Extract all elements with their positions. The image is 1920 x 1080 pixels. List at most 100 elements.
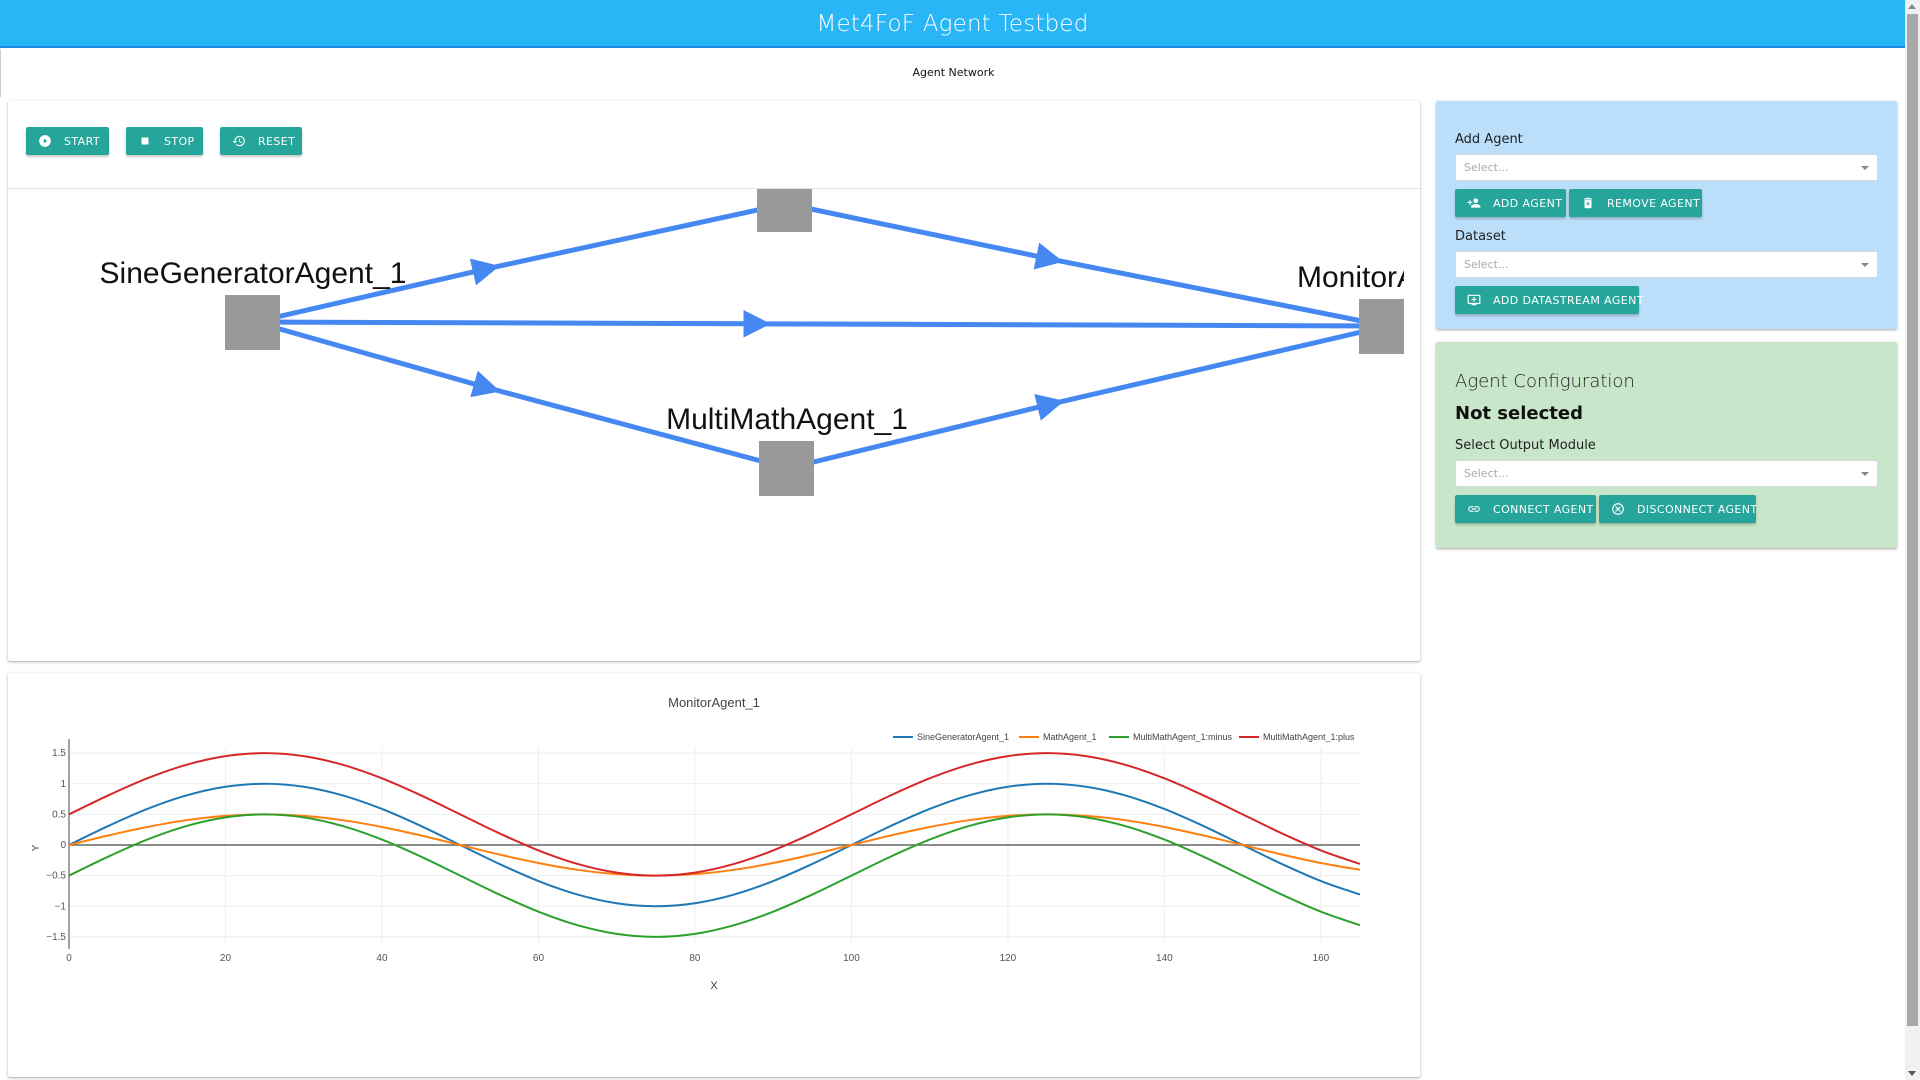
- chevron-down-icon: [1861, 166, 1869, 170]
- add-agent-panel: Add Agent Select... ADD AGENT REMOVE AGE…: [1436, 101, 1897, 329]
- agent-configuration-panel: Agent Configuration Not selected Select …: [1436, 342, 1897, 548]
- scroll-down-icon[interactable]: [1908, 1071, 1916, 1076]
- x-tick-label: 160: [1313, 953, 1330, 964]
- stop-label: STOP: [164, 134, 195, 148]
- edge-arrow-segment: [254, 319, 501, 398]
- x-tick-label: 60: [533, 953, 545, 964]
- node-box[interactable]: [225, 295, 280, 350]
- start-label: START: [64, 134, 100, 148]
- remove-agent-button[interactable]: REMOVE AGENT: [1569, 189, 1702, 217]
- connect-agent-button-label: CONNECT AGENT: [1493, 502, 1594, 516]
- y-tick-label: −1: [55, 901, 67, 912]
- dataset-placeholder: Select...: [1464, 258, 1509, 271]
- agent-configuration-title: Agent Configuration: [1455, 371, 1635, 392]
- legend-item[interactable]: MultiMathAgent_1:minus: [1109, 732, 1233, 742]
- monitor-chart-panel: MonitorAgent_1 0 20 40 60 80 100 120 140 160 1.5 1…: [8, 673, 1420, 1077]
- legend[interactable]: SineGeneratorAgent_1 MathAgent_1 MultiMath…: [893, 732, 1355, 742]
- x-tick-label: 40: [376, 953, 388, 964]
- agent-network-panel: START STOP RESET SineGeneratorAgent_1 Mat…: [8, 101, 1420, 661]
- chevron-down-icon: [1861, 263, 1869, 267]
- y-tick-label: −1.5: [46, 932, 66, 943]
- add-agent-button-label: ADD AGENT: [1493, 196, 1563, 210]
- node-SineGeneratorAgent_1[interactable]: SineGeneratorAgent_1: [100, 257, 407, 350]
- dataset-select[interactable]: Select...: [1455, 251, 1878, 278]
- add-datastream-button-label: ADD DATASTREAM AGENT: [1493, 293, 1644, 307]
- x-tick-label: 100: [843, 953, 860, 964]
- add-to-queue-icon: [1467, 293, 1481, 307]
- cancel-circle-icon: [1611, 502, 1625, 516]
- edge-segment: [1050, 323, 1388, 407]
- disconnect-agent-button-label: DISCONNECT AGENT: [1637, 502, 1758, 516]
- node-box[interactable]: [1359, 299, 1404, 354]
- x-tick-label: 120: [1000, 953, 1017, 964]
- edge-segment: [485, 201, 786, 272]
- output-module-label: Select Output Module: [1455, 438, 1596, 453]
- start-button[interactable]: START: [26, 127, 109, 155]
- legend-item[interactable]: SineGeneratorAgent_1: [893, 732, 1009, 742]
- edge-arrow-segment: [786, 201, 1064, 270]
- stop-button[interactable]: STOP: [126, 127, 203, 155]
- reset-label: RESET: [258, 134, 296, 148]
- history-icon: [232, 134, 246, 148]
- output-module-select[interactable]: Select...: [1455, 460, 1878, 487]
- selected-agent-name: Not selected: [1455, 403, 1583, 424]
- node-MathAgent_1[interactable]: MathAgent_1: [696, 189, 874, 232]
- edge-arrow-segment: [254, 310, 771, 338]
- y-tick-label: 1.5: [52, 748, 66, 759]
- chart-title: MonitorAgent_1: [668, 695, 760, 710]
- dataset-label: Dataset: [1455, 229, 1506, 244]
- node-label: MonitorA: [1297, 261, 1404, 294]
- app: Met4FoF Agent Testbed Agent Network STAR…: [0, 0, 1920, 1080]
- legend-label: MultiMathAgent_1:minus: [1133, 732, 1233, 742]
- x-tick-label: 0: [66, 953, 72, 964]
- node-label: MultiMathAgent_1: [666, 403, 908, 436]
- connect-agent-button[interactable]: CONNECT AGENT: [1455, 495, 1596, 523]
- add-agent-button[interactable]: ADD AGENT: [1455, 189, 1566, 217]
- edge-SineGeneratorAgent_1-to-MonitorAgent_1[interactable]: [254, 310, 1388, 338]
- y-tick-label: 0: [60, 840, 66, 851]
- node-MonitorAgent_1[interactable]: MonitorA: [1297, 261, 1404, 354]
- node-box[interactable]: [757, 189, 812, 232]
- nodes-layer: SineGeneratorAgent_1 MathAgent_1 MultiMath…: [100, 189, 1404, 496]
- monitor-chart[interactable]: MonitorAgent_1 0 20 40 60 80 100 120 140 160 1.5 1…: [8, 673, 1420, 1077]
- scrollbar-thumb[interactable]: [1907, 14, 1918, 1026]
- disconnect-agent-button[interactable]: DISCONNECT AGENT: [1599, 495, 1758, 523]
- tab-bar: Agent Network: [0, 49, 1905, 97]
- add-agent-select[interactable]: Select...: [1455, 154, 1878, 181]
- edge-segment: [757, 321, 1388, 329]
- person-add-icon: [1467, 196, 1481, 210]
- app-title: Met4FoF Agent Testbed: [816, 11, 1089, 37]
- x-tick-label: 80: [689, 953, 701, 964]
- chevron-down-icon: [1861, 472, 1869, 476]
- scroll-up-icon[interactable]: [1908, 4, 1916, 9]
- y-tick-label: 1: [60, 779, 66, 790]
- edge-MultiMathAgent_1-to-MonitorAgent_1[interactable]: [788, 323, 1388, 471]
- add-agent-label: Add Agent: [1455, 132, 1523, 147]
- node-label: SineGeneratorAgent_1: [100, 257, 407, 290]
- legend-item[interactable]: MultiMathAgent_1:plus: [1239, 732, 1355, 742]
- output-module-placeholder: Select...: [1464, 467, 1509, 480]
- trash-icon: [1581, 196, 1595, 210]
- legend-item[interactable]: MathAgent_1: [1019, 732, 1097, 742]
- app-bar: Met4FoF Agent Testbed: [0, 0, 1905, 48]
- reset-button[interactable]: RESET: [220, 127, 302, 155]
- x-tick-label: 140: [1156, 953, 1173, 964]
- link-icon: [1467, 502, 1481, 516]
- y-tick-label: −0.5: [46, 871, 66, 882]
- legend-label: MultiMathAgent_1:plus: [1263, 732, 1355, 742]
- y-tick-label: 0.5: [52, 809, 66, 820]
- axis-layer: 0 20 40 60 80 100 120 140 160 1.5 1 0.5 0 −0.5 −1 −1.5: [46, 739, 1360, 964]
- add-datastream-agent-button[interactable]: ADD DATASTREAM AGENT: [1455, 286, 1643, 314]
- tab-agent-network[interactable]: Agent Network: [1, 49, 1906, 97]
- add-agent-placeholder: Select...: [1464, 161, 1509, 174]
- stop-icon: [138, 134, 152, 148]
- node-box[interactable]: [759, 441, 814, 496]
- legend-label: SineGeneratorAgent_1: [917, 732, 1009, 742]
- remove-agent-button-label: REMOVE AGENT: [1607, 196, 1701, 210]
- y-axis-label: Y: [31, 844, 42, 851]
- agent-network-graph[interactable]: SineGeneratorAgent_1 MathAgent_1 MultiMath…: [8, 189, 1404, 657]
- edge-SineGeneratorAgent_1-to-MultiMathAgent_1[interactable]: [254, 319, 788, 471]
- page-scrollbar[interactable]: [1905, 0, 1920, 1080]
- x-tick-label: 20: [220, 953, 232, 964]
- x-axis-label: X: [710, 980, 718, 992]
